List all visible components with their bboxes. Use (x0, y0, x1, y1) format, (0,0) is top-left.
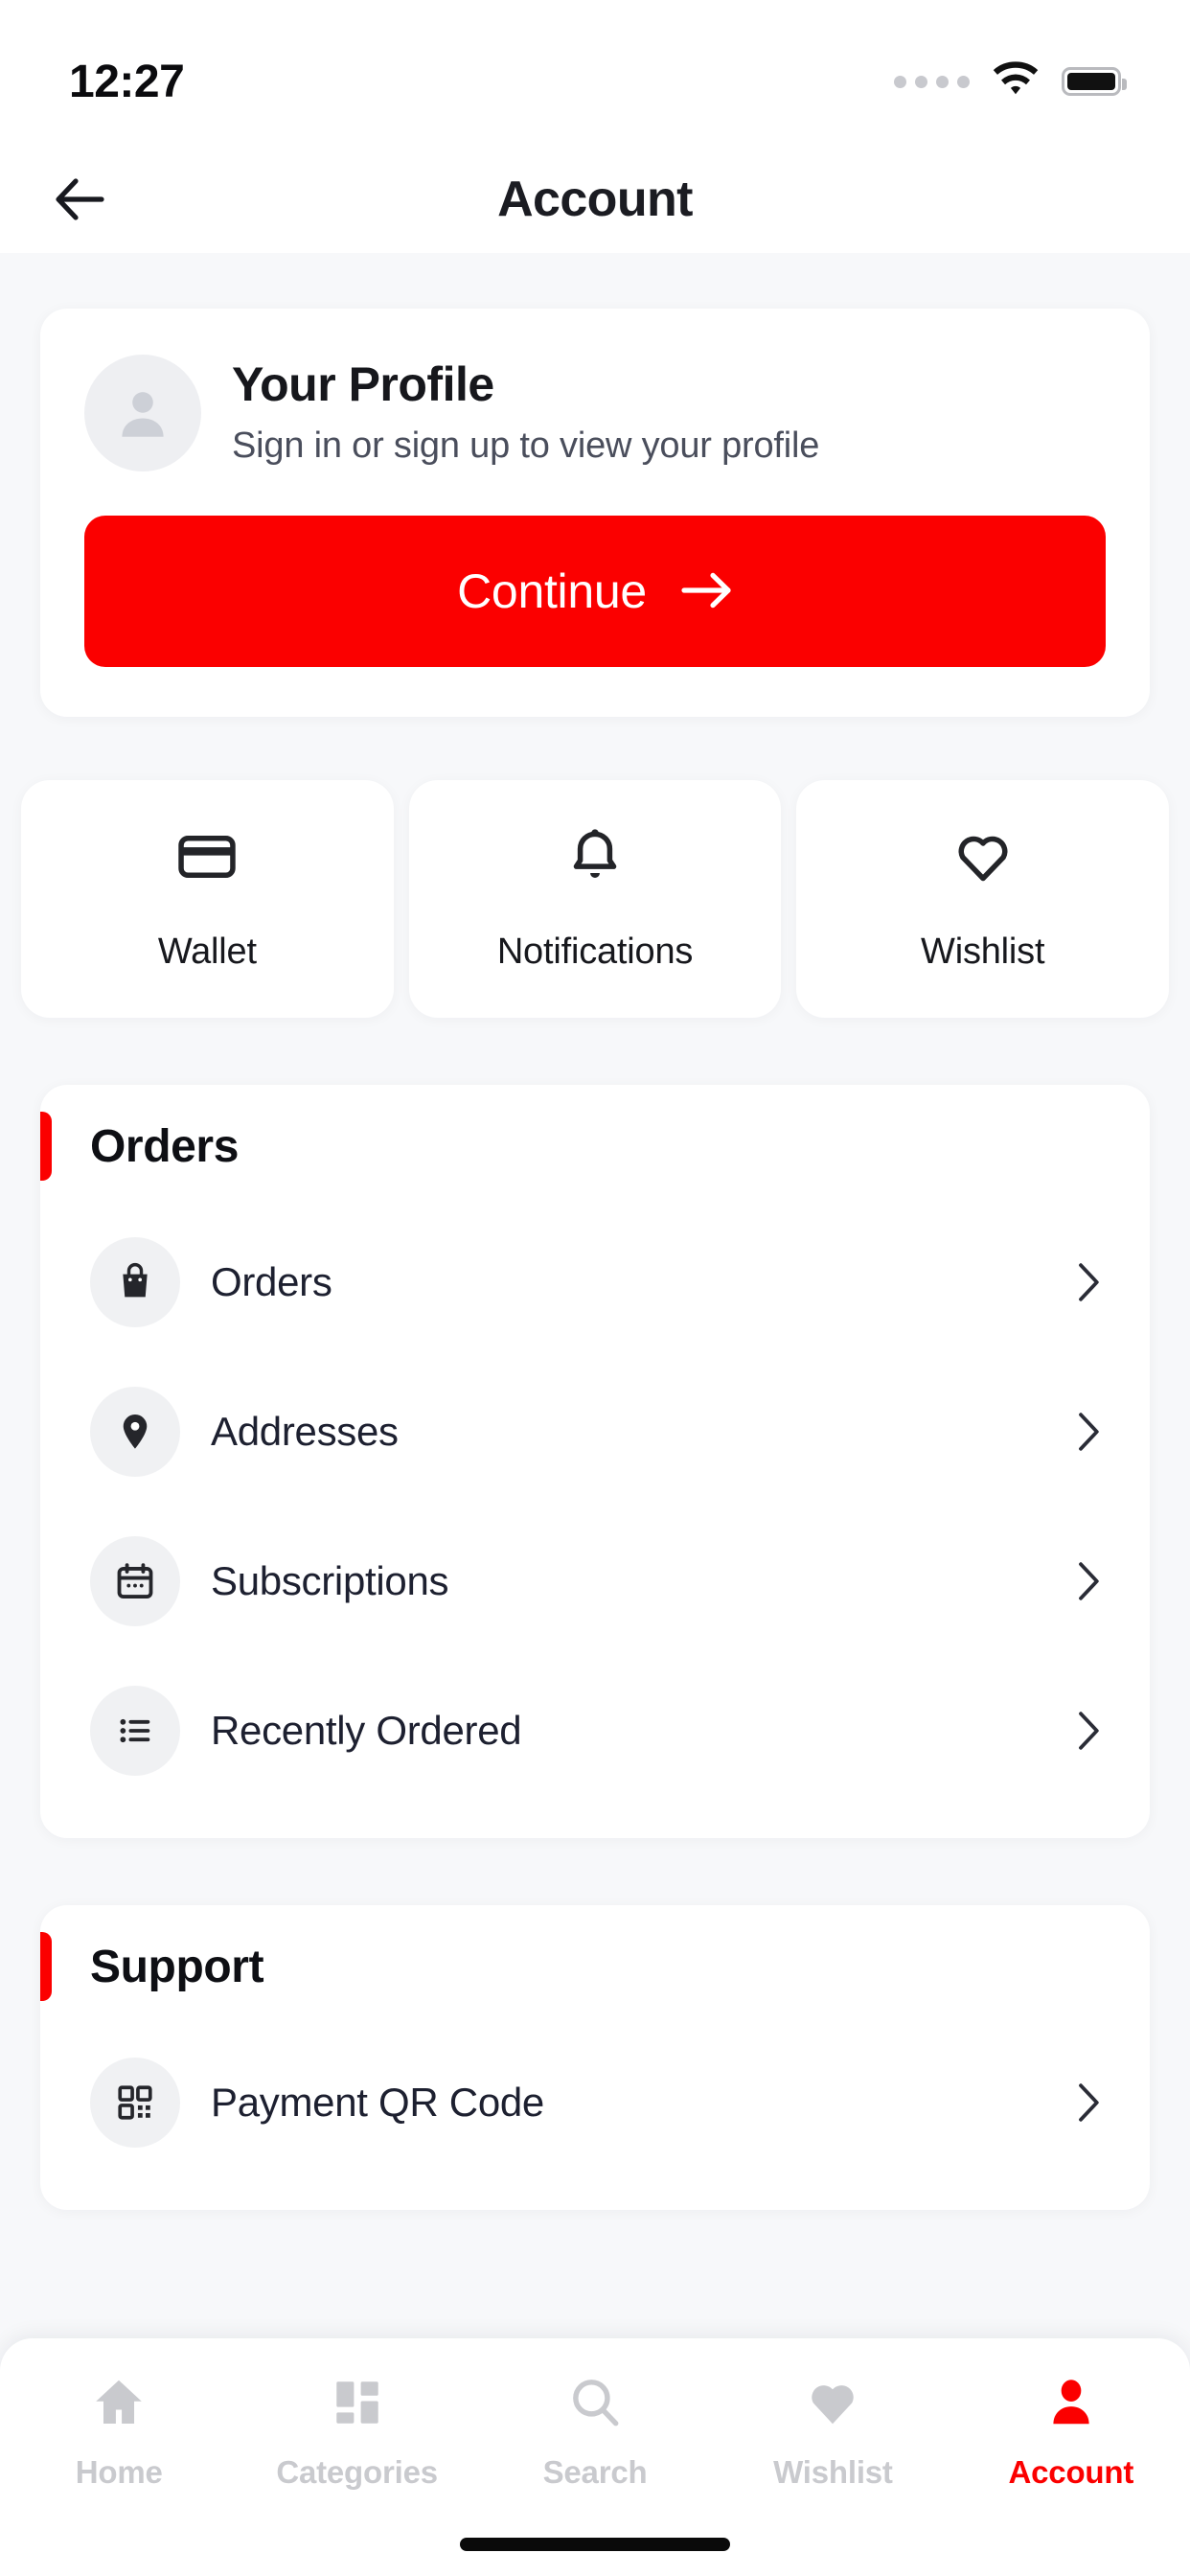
search-icon (565, 2373, 625, 2437)
continue-button[interactable]: Continue (84, 516, 1106, 667)
tile-label: Notifications (496, 932, 694, 972)
nav-item-home[interactable]: Home (0, 2373, 238, 2491)
row-label: Recently Ordered (211, 1708, 522, 1753)
nav-label: Wishlist (773, 2454, 893, 2490)
arrow-left-icon (56, 178, 104, 220)
chevron-right-icon (1073, 1711, 1106, 1751)
row-orders[interactable]: Orders (40, 1208, 1150, 1357)
nav-item-account[interactable]: Account (952, 2373, 1190, 2491)
scroll-content[interactable]: Your Profile Sign in or sign up to view … (0, 253, 1190, 2576)
section-header: Support (40, 1905, 1150, 2028)
arrow-right-icon (681, 571, 733, 612)
credit-card-icon (175, 825, 239, 893)
row-payment-qr-code[interactable]: Payment QR Code (40, 2028, 1150, 2177)
home-indicator (460, 2538, 730, 2551)
bell-icon (563, 825, 627, 893)
nav-label: Search (542, 2454, 648, 2490)
status-icons (894, 60, 1127, 103)
nav-label: Home (75, 2454, 163, 2490)
shopping-bag-icon (90, 1237, 180, 1327)
tile-wallet[interactable]: Wallet (21, 780, 394, 1018)
qr-code-icon (90, 2058, 180, 2148)
section-accent-bar (40, 1932, 52, 2001)
tile-wishlist[interactable]: Wishlist (796, 780, 1170, 1018)
avatar (84, 355, 201, 472)
row-label: Orders (211, 1259, 332, 1304)
status-bar: 12:27 (0, 0, 1190, 146)
row-label: Subscriptions (211, 1558, 449, 1603)
row-addresses[interactable]: Addresses (40, 1357, 1150, 1506)
continue-button-label: Continue (457, 564, 647, 618)
nav-item-wishlist[interactable]: Wishlist (714, 2373, 951, 2491)
nav-item-search[interactable]: Search (476, 2373, 714, 2491)
nav-label: Categories (276, 2454, 438, 2490)
profile-subtitle: Sign in or sign up to view your profile (232, 426, 820, 467)
wifi-icon (991, 60, 1041, 103)
map-pin-icon (90, 1387, 180, 1477)
heart-filled-icon (803, 2373, 862, 2437)
tile-label: Wallet (157, 932, 257, 972)
app-screen: 12:27 Account Your Profile Sign in or si… (0, 0, 1190, 2576)
page-header: Account (0, 146, 1190, 253)
page-title: Account (497, 172, 693, 227)
profile-name: Your Profile (232, 357, 494, 412)
profile-text-block: Your Profile Sign in or sign up to view … (232, 357, 1106, 469)
grid-icon (328, 2373, 387, 2437)
calendar-icon (90, 1536, 180, 1626)
tile-notifications[interactable]: Notifications (408, 780, 782, 1018)
back-button[interactable] (40, 159, 121, 240)
quick-action-tiles: Wallet Notifications Wishlist (0, 780, 1190, 1018)
heart-outline-icon (951, 825, 1015, 893)
row-label: Payment QR Code (211, 2080, 544, 2125)
row-recently-ordered[interactable]: Recently Ordered (40, 1656, 1150, 1806)
row-subscriptions[interactable]: Subscriptions (40, 1506, 1150, 1656)
status-time: 12:27 (69, 56, 185, 107)
list-icon (90, 1686, 180, 1776)
chevron-right-icon (1073, 2082, 1106, 2123)
section-header: Orders (40, 1085, 1150, 1208)
bottom-navigation: Home Categories Search Wishlist Account (0, 2338, 1190, 2576)
nav-label: Account (1008, 2454, 1134, 2490)
battery-full-icon (1062, 67, 1127, 96)
section-support: Support Payment QR Code (40, 1905, 1150, 2210)
home-icon (89, 2373, 149, 2437)
chevron-right-icon (1073, 1561, 1106, 1601)
tile-label: Wishlist (921, 932, 1045, 972)
person-icon (1041, 2373, 1101, 2437)
section-accent-bar (40, 1112, 52, 1181)
signal-dots-icon (894, 75, 970, 88)
profile-card: Your Profile Sign in or sign up to view … (40, 309, 1150, 717)
nav-item-categories[interactable]: Categories (238, 2373, 475, 2491)
section-title: Support (90, 1941, 264, 1992)
row-label: Addresses (211, 1409, 399, 1454)
section-orders: Orders Orders Addresses Subscriptions Re… (40, 1085, 1150, 1838)
user-avatar-icon (122, 392, 164, 437)
chevron-right-icon (1073, 1412, 1106, 1452)
section-title: Orders (90, 1120, 240, 1172)
profile-summary: Your Profile Sign in or sign up to view … (84, 355, 1106, 472)
chevron-right-icon (1073, 1262, 1106, 1302)
